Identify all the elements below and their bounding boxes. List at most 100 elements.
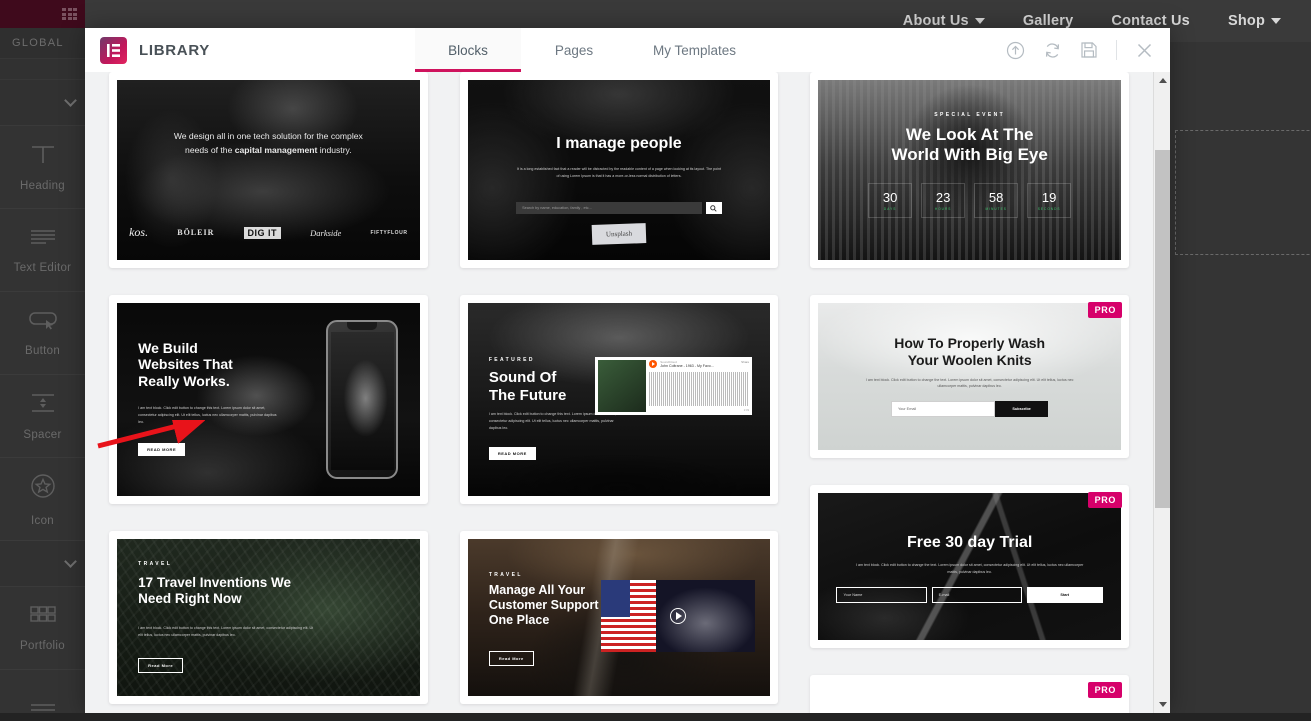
- tab-blocks[interactable]: Blocks: [415, 28, 521, 72]
- upload-icon[interactable]: [1006, 41, 1025, 60]
- template-thumbnail: SPECIAL EVENT We Look At The World With …: [818, 80, 1121, 260]
- save-icon[interactable]: [1080, 41, 1098, 59]
- template-card[interactable]: We design all in one tech solution for t…: [109, 72, 428, 268]
- chevron-down-icon: [64, 94, 77, 107]
- play-icon[interactable]: [649, 360, 658, 369]
- template-grid: We design all in one tech solution for t…: [109, 72, 1129, 713]
- widget-label: Icon: [31, 514, 54, 527]
- canvas-dropzone-placeholder[interactable]: [1175, 130, 1311, 255]
- preview-cta[interactable]: READ MORE: [138, 438, 186, 457]
- panel-category-collapse-pro[interactable]: [0, 541, 85, 587]
- countdown-label: DAYS: [883, 206, 897, 211]
- pro-badge: PRO: [1087, 302, 1122, 318]
- countdown-unit: 23 HOURS: [921, 182, 966, 218]
- elementor-logo-icon: [100, 36, 127, 64]
- nav-item-label: About Us: [902, 13, 969, 29]
- preview-subscribe-form[interactable]: Your Email Subscribe: [890, 401, 1049, 418]
- template-card[interactable]: TRAVEL Manage All Your Customer Support …: [459, 531, 779, 704]
- play-icon[interactable]: [670, 607, 687, 624]
- nav-item-gallery[interactable]: Gallery: [1023, 13, 1074, 29]
- preview-soundcloud-player: SoundCloud John Coltrane - 1963 - My Fav…: [594, 357, 753, 415]
- nav-item-about-us[interactable]: About Us: [903, 13, 985, 29]
- countdown-unit: 19 SECONDS: [1027, 182, 1072, 218]
- preview-headline: Your Woolen Knits: [907, 352, 1032, 369]
- tab-pages[interactable]: Pages: [521, 28, 627, 72]
- preview-headline: Really Works.: [138, 373, 230, 390]
- preview-cta[interactable]: Read More: [488, 647, 534, 667]
- chevron-down-icon: [64, 555, 77, 568]
- player-share[interactable]: Share: [741, 360, 749, 364]
- preview-headline: 17 Travel Inventions We: [138, 575, 291, 591]
- preview-unsplash-tag: Unsplash: [591, 223, 647, 245]
- template-card[interactable]: I manage people It is a long established…: [459, 72, 779, 268]
- countdown-label: SECONDS: [1037, 206, 1061, 211]
- preview-eyebrow: TRAVEL: [138, 560, 173, 567]
- template-grid-scroller[interactable]: We design all in one tech solution for t…: [85, 72, 1153, 713]
- template-card[interactable]: PRO How To Properly Wash Your Woolen Kni…: [810, 295, 1129, 458]
- template-thumbnail: TRAVEL 17 Travel Inventions We Need Righ…: [117, 539, 420, 696]
- template-preview: We design all in one tech solution for t…: [117, 80, 420, 260]
- search-icon[interactable]: [705, 202, 722, 215]
- vertical-scrollbar[interactable]: [1153, 72, 1170, 713]
- preview-cta[interactable]: READ MORE: [488, 442, 536, 460]
- preview-email-input[interactable]: E-mail: [931, 587, 1022, 604]
- template-preview: Free 30 day Trial I am text block. Click…: [818, 493, 1121, 640]
- preview-headline: One Place: [488, 612, 550, 627]
- preview-headline: Customer Support In: [488, 597, 614, 612]
- template-preview: How To Properly Wash Your Woolen Knits I…: [818, 303, 1121, 450]
- preview-eyebrow: SPECIAL EVENT: [934, 112, 1006, 119]
- preview-headline: Need Right Now: [138, 591, 242, 607]
- scroll-down-arrow-icon[interactable]: [1154, 696, 1170, 713]
- template-card[interactable]: TRAVEL 17 Travel Inventions We Need Righ…: [109, 531, 428, 704]
- preview-subscribe-button[interactable]: Subscribe: [994, 401, 1049, 418]
- preview-headline-bold: capital management: [234, 144, 318, 155]
- tab-label: Blocks: [448, 42, 488, 58]
- preview-cta[interactable]: Read More: [138, 654, 184, 673]
- preview-trial-form[interactable]: Your Name E-mail Start: [836, 587, 1103, 604]
- library-brand: LIBRARY: [85, 28, 415, 72]
- tab-my-templates[interactable]: My Templates: [627, 28, 763, 72]
- template-preview: FEATURED Sound Of The Future I am text b…: [468, 303, 771, 496]
- panel-section-global: GLOBAL: [0, 28, 85, 58]
- preview-start-button[interactable]: Start: [1026, 587, 1103, 604]
- nav-item-shop[interactable]: Shop: [1228, 13, 1281, 29]
- countdown-value: 23: [935, 189, 951, 205]
- close-icon[interactable]: [1135, 41, 1154, 60]
- template-card[interactable]: PRO Free 30 day Trial I am text block. C…: [810, 485, 1129, 648]
- countdown-unit: 58 MINUTES: [974, 182, 1019, 218]
- template-preview: I manage people It is a long established…: [468, 80, 771, 260]
- scroll-thumb[interactable]: [1155, 150, 1170, 508]
- template-card[interactable]: PRO L/LN: [810, 675, 1129, 713]
- template-card[interactable]: SPECIAL EVENT We Look At The World With …: [810, 72, 1129, 268]
- preview-email-input[interactable]: Your Email: [890, 401, 995, 418]
- widget-button[interactable]: Button: [0, 292, 85, 375]
- sync-icon[interactable]: [1043, 41, 1062, 60]
- modal-actions: [1006, 28, 1170, 72]
- panel-category-collapse-basic[interactable]: [0, 80, 85, 126]
- preview-video-embed[interactable]: [600, 579, 756, 653]
- widget-label: Heading: [20, 179, 65, 192]
- preview-headline: We Look At The: [905, 125, 1034, 144]
- preview-name-input[interactable]: Your Name: [836, 587, 927, 604]
- widget-portfolio[interactable]: Portfolio: [0, 587, 85, 670]
- preview-headline: The Future: [488, 386, 567, 404]
- apps-grid-icon[interactable]: [62, 8, 77, 20]
- scroll-up-arrow-icon[interactable]: [1154, 72, 1170, 89]
- template-card[interactable]: We Build Websites That Really Works. I a…: [109, 295, 428, 504]
- template-card[interactable]: FEATURED Sound Of The Future I am text b…: [459, 295, 779, 504]
- widget-icon[interactable]: Icon: [0, 458, 85, 541]
- preview-search-input[interactable]: Search by name, education, family , etc.…: [516, 202, 702, 215]
- widget-heading[interactable]: Heading: [0, 126, 85, 209]
- widget-text-editor[interactable]: Text Editor: [0, 209, 85, 292]
- star-icon: [29, 472, 57, 505]
- client-logo: FIFTYFLOUR: [370, 229, 408, 236]
- widget-label: Button: [24, 344, 61, 357]
- panel-divider: [0, 58, 85, 80]
- preview-body: I am text block. Click edit button to ch…: [138, 406, 277, 424]
- nav-item-contact-us[interactable]: Contact Us: [1111, 13, 1190, 29]
- widget-spacer[interactable]: Spacer: [0, 375, 85, 458]
- nav-item-label: Contact Us: [1111, 13, 1190, 29]
- preview-search-row[interactable]: Search by name, education, family , etc.…: [516, 202, 722, 215]
- countdown-value: 58: [988, 189, 1004, 205]
- chevron-down-icon: [1271, 18, 1281, 24]
